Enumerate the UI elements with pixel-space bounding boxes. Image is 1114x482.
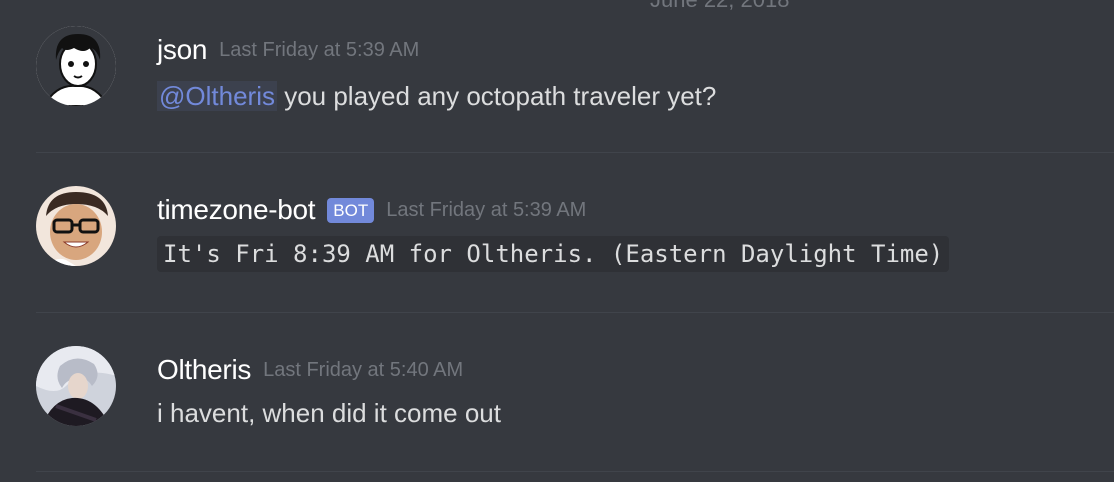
avatar[interactable] <box>36 186 116 266</box>
message-header: timezone-bot BOT Last Friday at 5:39 AM <box>157 194 586 226</box>
message-divider <box>36 471 1114 472</box>
message-content: i havent, when did it come out <box>157 398 501 429</box>
message-header: json Last Friday at 5:39 AM <box>157 34 419 66</box>
avatar[interactable] <box>36 26 116 106</box>
message-text: i havent, when did it come out <box>157 398 501 428</box>
avatar-timezone-bot-icon <box>36 186 116 266</box>
avatar[interactable] <box>36 346 116 426</box>
bot-tag: BOT <box>327 197 375 223</box>
timestamp[interactable]: Last Friday at 5:39 AM <box>219 39 419 62</box>
username[interactable]: Oltheris <box>157 354 251 386</box>
message-content: @Oltheris you played any octopath travel… <box>157 81 716 112</box>
timestamp[interactable]: Last Friday at 5:40 AM <box>263 359 463 382</box>
username[interactable]: json <box>157 34 207 66</box>
chat-messages: June 22, 2018 json Last Friday at 5:39 A… <box>0 0 1114 482</box>
date-divider: June 22, 2018 <box>650 0 789 13</box>
username[interactable]: timezone-bot <box>157 194 316 226</box>
message-header: Oltheris Last Friday at 5:40 AM <box>157 354 463 386</box>
avatar-json-icon <box>36 26 116 106</box>
user-mention[interactable]: @Oltheris <box>157 81 277 111</box>
avatar-oltheris-icon <box>36 346 116 426</box>
timestamp[interactable]: Last Friday at 5:39 AM <box>386 199 586 222</box>
message-text: you played any octopath traveler yet? <box>276 81 717 111</box>
message-content: It's Fri 8:39 AM for Oltheris. (Eastern … <box>157 236 950 272</box>
inline-code: It's Fri 8:39 AM for Oltheris. (Eastern … <box>157 236 950 272</box>
message-divider <box>36 152 1114 153</box>
message-divider <box>36 312 1114 313</box>
